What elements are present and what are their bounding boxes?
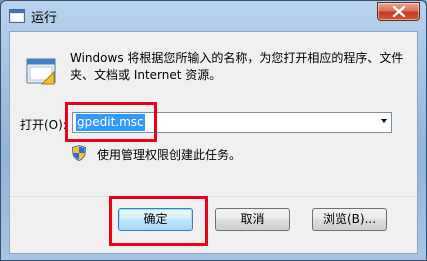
uac-shield-icon [71,144,87,162]
open-label: 打开(O): [20,118,67,132]
dropdown-arrow-icon[interactable] [381,119,387,123]
run-dialog: 运行 Windows 将根据您所输入的名称，为您打开相应的程序、文件夹、文档或 … [0,0,427,261]
close-button[interactable] [377,2,420,21]
dialog-client-area: Windows 将根据您所输入的名称，为您打开相应的程序、文件夹、文档或 Int… [9,31,418,254]
highlight-box-ok [109,196,208,246]
admin-note: 使用管理权限创建此任务。 [97,148,242,162]
browse-button[interactable]: 浏览(B)... [312,208,387,231]
run-program-icon [24,54,60,90]
cancel-button[interactable]: 取消 [215,208,290,231]
highlight-box-input [65,102,157,142]
window-title: 运行 [31,11,58,26]
description-text: Windows 将根据您所输入的名称，为您打开相应的程序、文件夹、文档或 Int… [70,51,404,82]
close-icon [392,6,406,17]
run-icon [9,8,25,23]
title-bar[interactable]: 运行 [1,1,426,31]
